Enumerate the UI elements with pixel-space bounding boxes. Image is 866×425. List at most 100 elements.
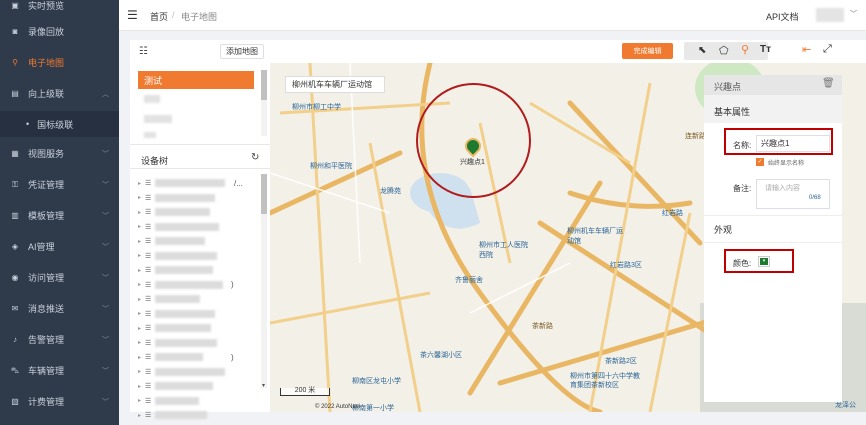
- tree-node[interactable]: ▸ ☰: [138, 235, 205, 247]
- list-icon: ☰: [145, 397, 152, 405]
- sidebar-item-map[interactable]: ⚲ 电子地图: [0, 47, 119, 78]
- scrollbar[interactable]: [261, 174, 267, 388]
- add-map-button[interactable]: 添加地图: [220, 44, 264, 59]
- sidebar-item-view[interactable]: ▦ 视图服务 ﹀: [0, 138, 119, 169]
- sidebar-item-ai[interactable]: ◈ AI管理 ﹀: [0, 231, 119, 262]
- scroll-down-icon[interactable]: ▾: [262, 382, 265, 389]
- caret-right-icon[interactable]: ▸: [138, 339, 145, 346]
- always-show-checkbox[interactable]: ✓: [756, 158, 764, 166]
- breadcrumb-home[interactable]: 首页: [150, 10, 168, 23]
- caret-right-icon[interactable]: ▸: [138, 354, 145, 361]
- caret-right-icon[interactable]: ▸: [138, 296, 145, 303]
- sidebar-item-template[interactable]: ▥ 模板管理 ﹀: [0, 200, 119, 231]
- sidebar-item-billing[interactable]: ▧ 计费管理 ﹀: [0, 386, 119, 417]
- sidebar-item-access[interactable]: ◉ 访问管理 ﹀: [0, 262, 119, 293]
- tree-node[interactable]: ▸ ☰: [138, 409, 207, 421]
- playback-icon: ◙: [12, 27, 18, 36]
- marker-icon[interactable]: ⚲: [741, 43, 749, 56]
- caret-right-icon[interactable]: ▸: [138, 238, 145, 245]
- poi-properties-panel: 兴趣点 🗑 基本属性 名称: 兴趣点1 ✓ 始终显示名称 备注: 请输入内容 0…: [704, 75, 842, 402]
- pointer-icon[interactable]: ⬉: [698, 45, 706, 56]
- sidebar-item-alarm[interactable]: ♪ 告警管理 ﹀: [0, 324, 119, 355]
- tree-node[interactable]: ▸ ☰: [138, 366, 225, 378]
- tree-node[interactable]: ▸ ☰: [138, 380, 213, 392]
- tree-node[interactable]: ▸ ☰: [138, 322, 211, 334]
- caret-right-icon[interactable]: ▸: [138, 223, 145, 230]
- list-icon: ☰: [145, 383, 152, 390]
- tree-node-label: [155, 382, 213, 390]
- chevron-up-icon: ︿: [102, 90, 109, 98]
- sidebar-item-playback[interactable]: ◙ 录像回放: [0, 16, 119, 47]
- bullet-icon: •: [26, 119, 30, 129]
- map-list-item-selected[interactable]: 测试: [138, 71, 254, 89]
- caret-right-icon[interactable]: ▸: [138, 397, 145, 404]
- map-toolbar: 完成编辑 ⬉ ⬠ ⚲ Tт ⇤ ⤢: [270, 40, 866, 63]
- chevron-down-icon[interactable]: ﹀: [850, 9, 857, 19]
- sidebar-subitem-gb-cascade[interactable]: • 国标级联: [0, 111, 119, 137]
- caret-right-icon[interactable]: ▸: [138, 281, 145, 288]
- caret-right-icon[interactable]: ▸: [138, 368, 145, 375]
- annotation-box-name: [724, 128, 833, 155]
- menu-collapse-icon[interactable]: ☰: [127, 8, 138, 22]
- list-icon: ☰: [145, 368, 152, 376]
- tree-node[interactable]: ▸ ☰: [138, 308, 215, 320]
- sidebar-item-message[interactable]: ✉ 消息推送 ﹀: [0, 293, 119, 324]
- tree-fragment: ): [231, 280, 234, 289]
- caret-right-icon[interactable]: ▸: [138, 209, 145, 216]
- sidebar-item-cascade[interactable]: ▤ 向上级联 ︿: [0, 78, 119, 109]
- remark-counter: 0/68: [809, 195, 821, 201]
- map-poi-label: 茶新路2区: [605, 358, 637, 365]
- caret-right-icon[interactable]: ▸: [138, 310, 145, 317]
- chevron-down-icon: ﹀: [102, 243, 109, 251]
- text-tool-icon[interactable]: Tт: [760, 44, 771, 55]
- map-poi-label: 柳州和平医院: [310, 163, 352, 170]
- breadcrumb-separator: /: [172, 10, 175, 20]
- tree-node[interactable]: ▸ ☰: [138, 395, 199, 407]
- chevron-down-icon: ﹀: [102, 305, 109, 313]
- sidebar-item-label: 告警管理: [28, 335, 65, 345]
- map-search-input[interactable]: 柳州机车车辆厂运动馆: [285, 76, 385, 93]
- scrollbar[interactable]: [261, 70, 267, 136]
- caret-right-icon[interactable]: ▸: [138, 412, 145, 419]
- map-list-item[interactable]: [144, 132, 156, 138]
- polygon-icon[interactable]: ⬠: [719, 44, 729, 57]
- api-docs-link[interactable]: API文档: [766, 10, 799, 23]
- tree-node[interactable]: ▸ ☰: [138, 192, 215, 204]
- refresh-icon[interactable]: ↻: [251, 152, 259, 163]
- tree-node[interactable]: ▸ ☰: [138, 264, 213, 276]
- finish-edit-button[interactable]: 完成编辑: [622, 43, 673, 59]
- collapse-panel-icon[interactable]: ⇤: [802, 43, 811, 56]
- caret-right-icon[interactable]: ▸: [138, 180, 145, 187]
- list-toggle-icon[interactable]: ☷: [139, 46, 148, 57]
- tree-node[interactable]: ▸ ☰: [138, 279, 223, 291]
- key-icon: ⚿: [11, 179, 19, 189]
- remark-textarea[interactable]: 请输入内容 0/68: [756, 179, 830, 209]
- sidebar-item-vehicle[interactable]: ⛍ 车辆管理 ﹀: [0, 355, 119, 386]
- map-list-item[interactable]: [144, 95, 160, 103]
- tree-node[interactable]: ▸ ☰: [138, 177, 225, 189]
- map-list-item[interactable]: [144, 115, 172, 123]
- tree-node[interactable]: ▸ ☰: [138, 250, 217, 262]
- ai-icon: ◈: [11, 242, 19, 251]
- fullscreen-icon[interactable]: ⤢: [823, 43, 832, 56]
- tree-node[interactable]: ▸ ☰: [138, 206, 210, 218]
- tree-node[interactable]: ▸ ☰: [138, 337, 217, 349]
- caret-right-icon[interactable]: ▸: [138, 194, 145, 201]
- map-poi-label: 柳州机车车辆厂运动馆: [567, 228, 623, 245]
- caret-right-icon[interactable]: ▸: [138, 252, 145, 259]
- tree-node[interactable]: ▸ ☰: [138, 221, 219, 233]
- user-avatar[interactable]: [816, 8, 844, 22]
- tree-node[interactable]: ▸ ☰: [138, 293, 200, 305]
- sidebar-subitem-label: 国标级联: [37, 119, 74, 130]
- list-icon: ☰: [145, 267, 152, 274]
- caret-right-icon[interactable]: ▸: [138, 325, 145, 332]
- caret-right-icon[interactable]: ▸: [138, 267, 145, 274]
- caret-right-icon[interactable]: ▸: [138, 383, 145, 390]
- list-icon: ☰: [145, 339, 152, 347]
- map-scale: 200 米: [280, 387, 330, 396]
- sidebar-item-credential[interactable]: ⚿ 凭证管理 ﹀: [0, 169, 119, 200]
- sidebar: ▣ 实时预览 ◙ 录像回放 ⚲ 电子地图 ▤ 向上级联 ︿ • 国标级联 ▦ 视图服务 ﹀ ⚿ 凭…: [0, 0, 119, 425]
- tree-node[interactable]: ▸ ☰: [138, 351, 203, 363]
- cascade-icon: ▤: [11, 89, 19, 98]
- delete-icon[interactable]: 🗑: [822, 78, 835, 89]
